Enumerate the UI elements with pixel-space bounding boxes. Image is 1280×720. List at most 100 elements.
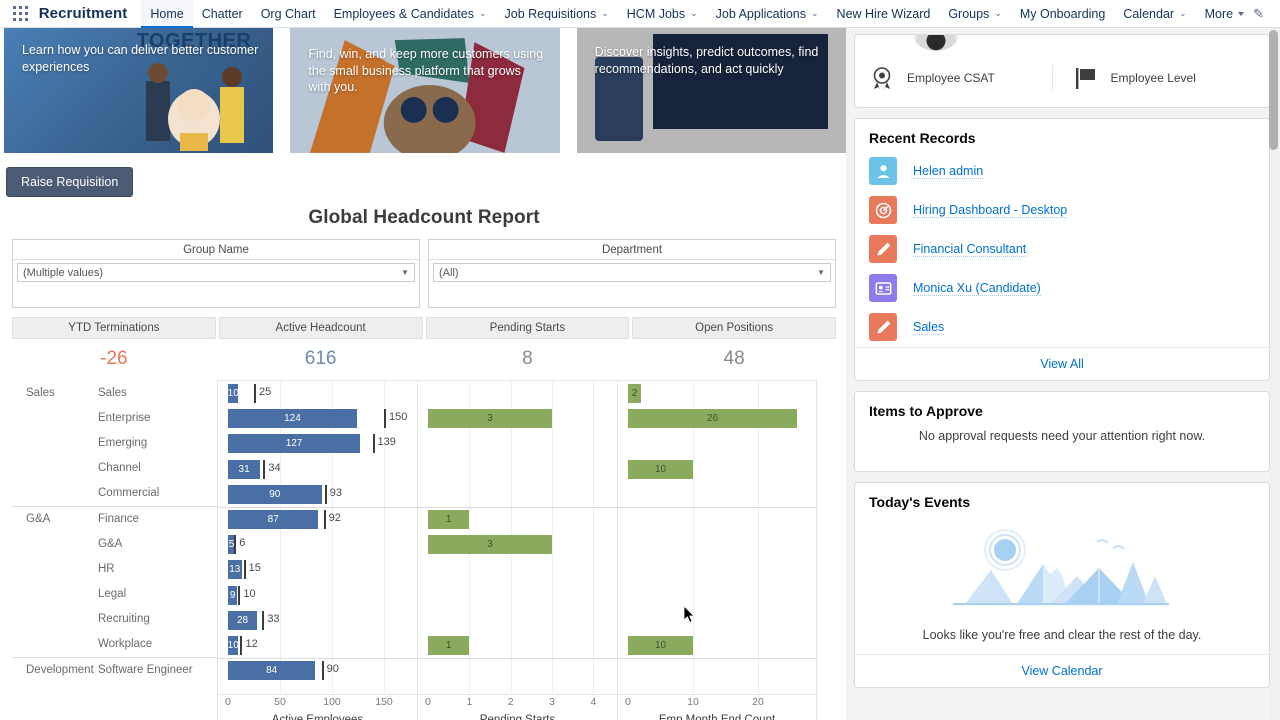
bar[interactable]: 9 <box>228 586 237 605</box>
chart-panel-active-employees: 1025124150127139313490938792561315910283… <box>217 380 417 720</box>
contact-card-icon <box>869 274 897 302</box>
recent-records-title: Recent Records <box>855 119 1269 152</box>
nav-item-my-onboarding[interactable]: My Onboarding <box>1011 0 1114 28</box>
view-calendar-link[interactable]: View Calendar <box>855 654 1269 687</box>
filter-body <box>429 285 835 307</box>
x-axis: 050100150 <box>218 695 417 711</box>
report-filters: Group Name(Multiple values)▼Department(A… <box>12 239 836 308</box>
recent-record-link[interactable]: Hiring Dashboard - Desktop <box>913 203 1067 218</box>
reference-value-label: 139 <box>378 436 396 448</box>
bar[interactable]: 1 <box>428 636 469 655</box>
row-group-label: Sales <box>12 387 92 399</box>
bar[interactable]: 13 <box>228 560 242 579</box>
raise-requisition-button[interactable]: Raise Requisition <box>6 167 133 197</box>
app-launcher-grid-icon[interactable] <box>12 4 31 24</box>
bar[interactable]: 10 <box>628 460 693 479</box>
chart-panels: 1025124150127139313490938792561315910283… <box>217 380 817 720</box>
chart-row-label: G&A <box>12 531 217 556</box>
bar[interactable]: 87 <box>228 510 318 529</box>
bar[interactable]: 1 <box>428 510 469 529</box>
nav-item-new-hire-wizard[interactable]: New Hire Wizard <box>828 0 940 28</box>
group-separator <box>618 658 816 659</box>
bar[interactable]: 10 <box>228 636 238 655</box>
bar[interactable]: 31 <box>228 460 260 479</box>
kpi-active-headcount[interactable]: Active Headcount616 <box>219 317 423 378</box>
filter-group-name: Group Name(Multiple values)▼ <box>12 239 420 308</box>
chart-row-label: Emerging <box>12 430 217 455</box>
bar[interactable]: 2 <box>628 384 641 403</box>
row-sub-label: Emerging <box>92 437 147 449</box>
page-scrollbar-thumb[interactable] <box>1269 30 1278 150</box>
actions-row: Raise Requisition <box>0 153 846 197</box>
recent-record-link[interactable]: Sales <box>913 320 944 335</box>
promo-banner[interactable]: Find, win, and keep more customers using… <box>290 28 559 153</box>
kpi-open-positions[interactable]: Open Positions48 <box>632 317 836 378</box>
user-contact-icon <box>869 157 897 185</box>
stat-employee-csat[interactable]: Employee CSAT <box>869 65 1052 91</box>
nav-item-groups[interactable]: Groups⌄ <box>939 0 1011 28</box>
bar[interactable]: 10 <box>628 636 693 655</box>
group-separator <box>418 658 617 659</box>
chart-row-label: Commercial <box>12 481 217 506</box>
bar[interactable]: 90 <box>228 485 322 504</box>
x-axis-tick: 2 <box>508 696 514 708</box>
promo-banner[interactable]: Discover insights, predict outcomes, fin… <box>577 28 846 153</box>
row-sub-label: G&A <box>92 538 122 550</box>
chevron-down-icon: ▼ <box>817 268 825 277</box>
global-navigation-bar: Recruitment HomeChatterOrg ChartEmployee… <box>0 0 1280 28</box>
bar[interactable]: 124 <box>228 409 357 428</box>
nav-item-job-requisitions[interactable]: Job Requisitions⌄ <box>496 0 618 28</box>
kpi-ytd-terminations[interactable]: YTD Terminations-26 <box>12 317 216 378</box>
recent-record-item[interactable]: Monica Xu (Candidate) <box>855 269 1269 308</box>
reference-marker <box>324 510 326 529</box>
x-axis-tick: 10 <box>687 696 699 708</box>
promo-banner[interactable]: TOGETHER Learn how you can deliver bette… <box>4 28 273 153</box>
bar[interactable]: 127 <box>228 434 360 453</box>
kpi-pending-starts[interactable]: Pending Starts8 <box>426 317 630 378</box>
view-all-link[interactable]: View All <box>855 347 1269 380</box>
nav-item-org-chart[interactable]: Org Chart <box>252 0 325 28</box>
row-sub-label: HR <box>92 563 115 575</box>
reference-value-label: 93 <box>330 487 342 499</box>
filter-select[interactable]: (All)▼ <box>433 263 831 282</box>
bar[interactable]: 3 <box>428 409 552 428</box>
recent-record-link[interactable]: Monica Xu (Candidate) <box>913 281 1041 296</box>
group-separator <box>418 507 617 508</box>
bar[interactable]: 10 <box>228 384 238 403</box>
page-scrollbar-track[interactable] <box>1270 28 1279 720</box>
kpi-label: Pending Starts <box>426 317 630 339</box>
recent-record-link[interactable]: Helen admin <box>913 164 983 179</box>
recent-record-link[interactable]: Financial Consultant <box>913 242 1026 257</box>
nav-item-more[interactable]: More <box>1196 0 1253 28</box>
row-group-label: G&A <box>12 513 92 525</box>
nav-item-chatter[interactable]: Chatter <box>193 0 252 28</box>
x-axis-tick: 0 <box>425 696 431 708</box>
nav-item-label: Job Applications <box>716 7 806 21</box>
chevron-down-icon: ⌄ <box>1179 8 1187 19</box>
nav-item-hcm-jobs[interactable]: HCM Jobs⌄ <box>618 0 707 28</box>
nav-item-employees-candidates[interactable]: Employees & Candidates⌄ <box>325 0 496 28</box>
employee-stats-card: Employee CSAT Employee Level <box>854 34 1270 108</box>
filter-select[interactable]: (Multiple values)▼ <box>17 263 415 282</box>
bar[interactable]: 26 <box>628 409 797 428</box>
bar[interactable]: 28 <box>228 611 257 630</box>
nav-item-label: HCM Jobs <box>627 7 685 21</box>
recent-record-item[interactable]: Sales <box>855 308 1269 347</box>
nav-item-job-applications[interactable]: Job Applications⌄ <box>707 0 828 28</box>
bar[interactable]: 3 <box>428 535 552 554</box>
chart-panel-emp-month-end-count: 226101001020Emp Month End Count <box>617 380 817 720</box>
recent-record-item[interactable]: Hiring Dashboard - Desktop <box>855 191 1269 230</box>
items-to-approve-title: Items to Approve <box>855 392 1269 425</box>
x-axis-tick: 20 <box>752 696 764 708</box>
recent-record-item[interactable]: Helen admin <box>855 152 1269 191</box>
pencil-record-icon <box>869 313 897 341</box>
chart-row-label: SalesSales <box>12 380 217 405</box>
stat-employee-level[interactable]: Employee Level <box>1052 65 1256 91</box>
nav-item-calendar[interactable]: Calendar⌄ <box>1114 0 1195 28</box>
row-sub-label: Commercial <box>92 487 159 499</box>
recent-record-item[interactable]: Financial Consultant <box>855 230 1269 269</box>
bar[interactable]: 84 <box>228 661 315 680</box>
nav-item-label: More <box>1205 7 1233 21</box>
pencil-edit-icon[interactable]: ✎ <box>1253 6 1264 22</box>
nav-item-home[interactable]: Home <box>141 0 192 28</box>
